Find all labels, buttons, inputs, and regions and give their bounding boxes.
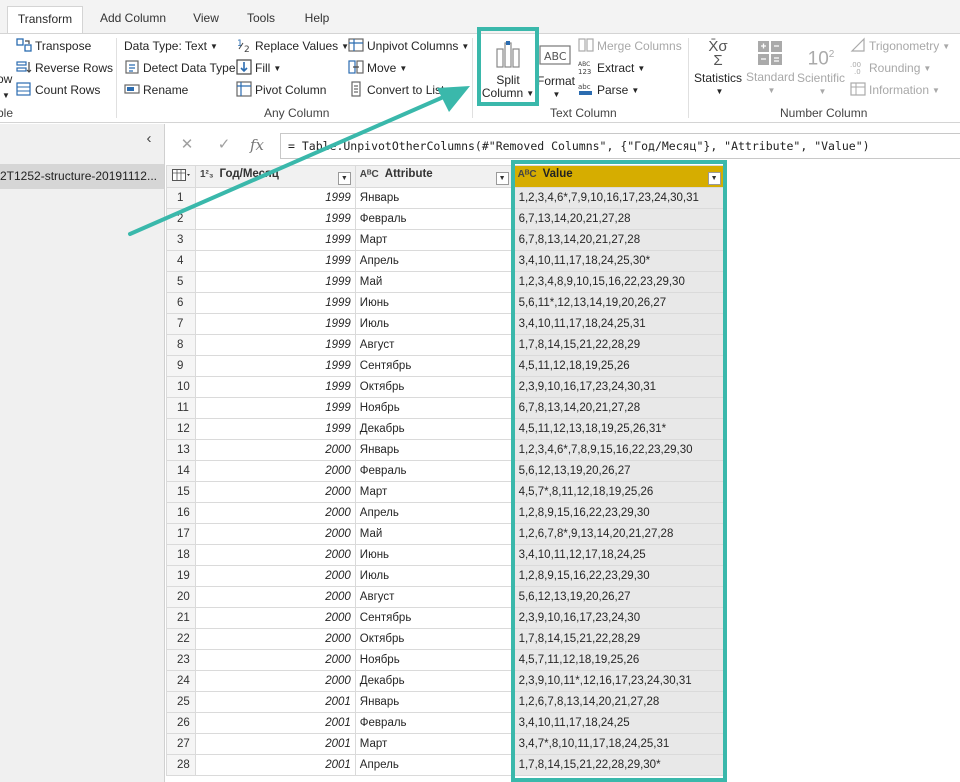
arrow-shaft	[128, 93, 450, 236]
annotation-arrow	[128, 86, 470, 236]
